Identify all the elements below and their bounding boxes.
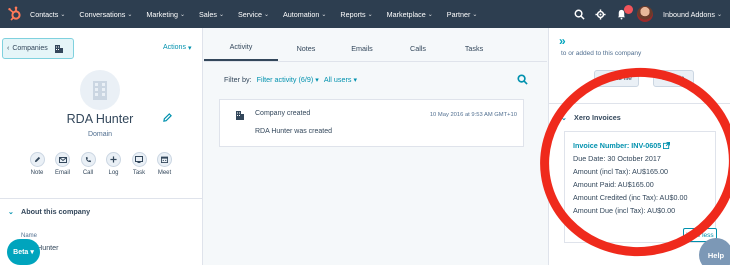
chevron-down-icon: ⌄ bbox=[427, 11, 433, 18]
top-navigation: Contacts ⌄ Conversations ⌄ Marketing ⌄ Sale… bbox=[0, 0, 730, 28]
nav-marketing-label: Marketing bbox=[146, 9, 178, 19]
call-action[interactable]: Call bbox=[78, 152, 98, 176]
meet-action-label: Meet bbox=[157, 170, 172, 176]
nav-conversations-label: Conversations bbox=[79, 9, 126, 19]
actions-dropdown[interactable]: Actions ▾ bbox=[163, 44, 191, 52]
filter-activity-dropdown[interactable]: Filter activity (6/9) ▾ bbox=[257, 75, 319, 84]
account-menu[interactable]: Inbound Addons ⌄ bbox=[663, 10, 722, 19]
company-sidebar: ‹ Companies Actions ▾ RDA Hunter Domain N… bbox=[0, 28, 203, 265]
chevron-down-icon: ⌄ bbox=[321, 11, 327, 18]
beta-label: Beta bbox=[13, 248, 29, 256]
nav-service-label: Service bbox=[238, 9, 262, 19]
chevron-down-icon: ⌄ bbox=[367, 11, 373, 18]
task-action-label: Task bbox=[132, 170, 146, 176]
nav-marketing[interactable]: Marketing ⌄ bbox=[146, 10, 185, 19]
search-icon[interactable] bbox=[574, 9, 585, 20]
tab-activity[interactable]: Activity bbox=[204, 42, 278, 61]
nav-partner[interactable]: Partner ⌄ bbox=[447, 10, 478, 19]
filter-row: Filter by: Filter activity (6/9) ▾ All u… bbox=[224, 75, 357, 84]
note-action[interactable]: Note bbox=[27, 152, 47, 176]
nav-marketplace-label: Marketplace bbox=[386, 9, 426, 19]
nav-automation[interactable]: Automation ⌄ bbox=[283, 10, 326, 19]
chevron-down-icon: ⌄ bbox=[263, 11, 269, 18]
nav-partner-label: Partner bbox=[446, 9, 471, 19]
gear-icon[interactable] bbox=[595, 8, 606, 20]
chevron-down-icon: ⌄ bbox=[179, 11, 185, 18]
all-users-dropdown[interactable]: All users ▾ bbox=[324, 75, 357, 84]
all-users-label: All users bbox=[323, 75, 352, 84]
note-action-label: Note bbox=[30, 170, 44, 176]
notification-badge bbox=[624, 4, 633, 14]
plus-icon bbox=[106, 152, 121, 167]
log-action-label: Log bbox=[108, 170, 119, 176]
nav-marketplace[interactable]: Marketplace ⌄ bbox=[387, 10, 433, 19]
activity-card[interactable]: Company created 10 May 2016 at 9:53 AM G… bbox=[219, 99, 524, 147]
chevron-down-icon: ⌄ bbox=[127, 11, 133, 18]
company-domain: Domain bbox=[87, 131, 113, 138]
nav-sales[interactable]: Sales ⌄ bbox=[199, 10, 224, 19]
tab-emails[interactable]: Emails bbox=[334, 44, 390, 61]
task-icon bbox=[131, 152, 147, 167]
actions-label: Actions bbox=[163, 44, 186, 51]
chevron-down-icon: ⌄ bbox=[218, 11, 224, 18]
chevron-down-icon: ▾ bbox=[30, 249, 34, 256]
help-button[interactable]: Help bbox=[699, 238, 730, 265]
nav-automation-label: Automation bbox=[283, 9, 320, 19]
call-action-label: Call bbox=[82, 170, 94, 176]
company-logo[interactable] bbox=[80, 70, 120, 110]
tab-calls[interactable]: Calls bbox=[390, 44, 446, 61]
chevron-down-icon: ⌄ bbox=[8, 207, 15, 216]
nav-reports-label: Reports bbox=[340, 9, 366, 19]
quick-actions: Note Email Call Log Task Meet bbox=[27, 152, 175, 176]
beta-button[interactable]: Beta ▾ bbox=[7, 239, 40, 265]
hubspot-logo-icon[interactable] bbox=[0, 0, 30, 28]
chevron-down-icon: ▾ bbox=[187, 45, 192, 52]
nav-reports[interactable]: Reports ⌄ bbox=[340, 10, 372, 19]
activity-card-title: Company created bbox=[255, 110, 311, 117]
edit-pencil-icon[interactable] bbox=[163, 113, 172, 122]
chevron-down-icon: ▾ bbox=[315, 75, 319, 84]
note-icon bbox=[29, 152, 45, 167]
chevron-down-icon: ⌄ bbox=[716, 11, 722, 18]
tab-notes[interactable]: Notes bbox=[278, 44, 334, 61]
calendar-icon bbox=[157, 152, 172, 167]
expand-icon[interactable]: » bbox=[559, 34, 566, 48]
activity-card-body: RDA Hunter was created bbox=[255, 128, 333, 135]
search-icon[interactable] bbox=[517, 74, 528, 85]
email-icon bbox=[55, 152, 70, 167]
back-to-companies-label: Companies bbox=[12, 45, 48, 52]
email-action-label: Email bbox=[54, 170, 70, 176]
filter-by-label: Filter by: bbox=[224, 75, 252, 84]
building-icon bbox=[235, 110, 245, 121]
chevron-down-icon: ▾ bbox=[353, 75, 358, 84]
building-icon bbox=[54, 44, 64, 54]
about-section-title: About this company bbox=[21, 207, 91, 216]
name-field-value[interactable]: Hunter bbox=[37, 243, 59, 252]
meet-action[interactable]: Meet bbox=[155, 152, 175, 176]
account-name: Inbound Addons bbox=[663, 9, 715, 19]
nav-conversations[interactable]: Conversations ⌄ bbox=[79, 10, 132, 19]
attachments-description: to or added to this company bbox=[561, 50, 642, 57]
back-to-companies-button[interactable]: ‹ Companies bbox=[2, 38, 74, 59]
email-action[interactable]: Email bbox=[53, 152, 73, 176]
nav-right-group: Inbound Addons ⌄ bbox=[574, 0, 722, 28]
chevron-left-icon: ‹ bbox=[7, 45, 10, 52]
activity-panel: Activity Notes Emails Calls Tasks Filter… bbox=[204, 28, 547, 265]
avatar[interactable] bbox=[637, 6, 653, 22]
tab-tasks[interactable]: Tasks bbox=[446, 44, 502, 61]
activity-card-timestamp: 10 May 2016 at 9:53 AM GMT+10 bbox=[429, 112, 517, 118]
chevron-down-icon: ⌄ bbox=[60, 11, 66, 18]
call-icon bbox=[80, 152, 96, 167]
log-action[interactable]: Log bbox=[104, 152, 124, 176]
nav-service[interactable]: Service ⌄ bbox=[238, 10, 269, 19]
nav-contacts[interactable]: Contacts ⌄ bbox=[30, 10, 65, 19]
task-action[interactable]: Task bbox=[129, 152, 149, 176]
notifications-icon[interactable] bbox=[616, 4, 633, 20]
nav-sales-label: Sales bbox=[198, 9, 217, 19]
activity-tabs: Activity Notes Emails Calls Tasks bbox=[204, 28, 547, 62]
chevron-down-icon: ⌄ bbox=[472, 11, 478, 18]
about-section-header[interactable]: ⌄ About this company bbox=[0, 198, 203, 224]
filter-activity-label: Filter activity (6/9) bbox=[256, 75, 314, 84]
nav-contacts-label: Contacts bbox=[30, 9, 59, 19]
